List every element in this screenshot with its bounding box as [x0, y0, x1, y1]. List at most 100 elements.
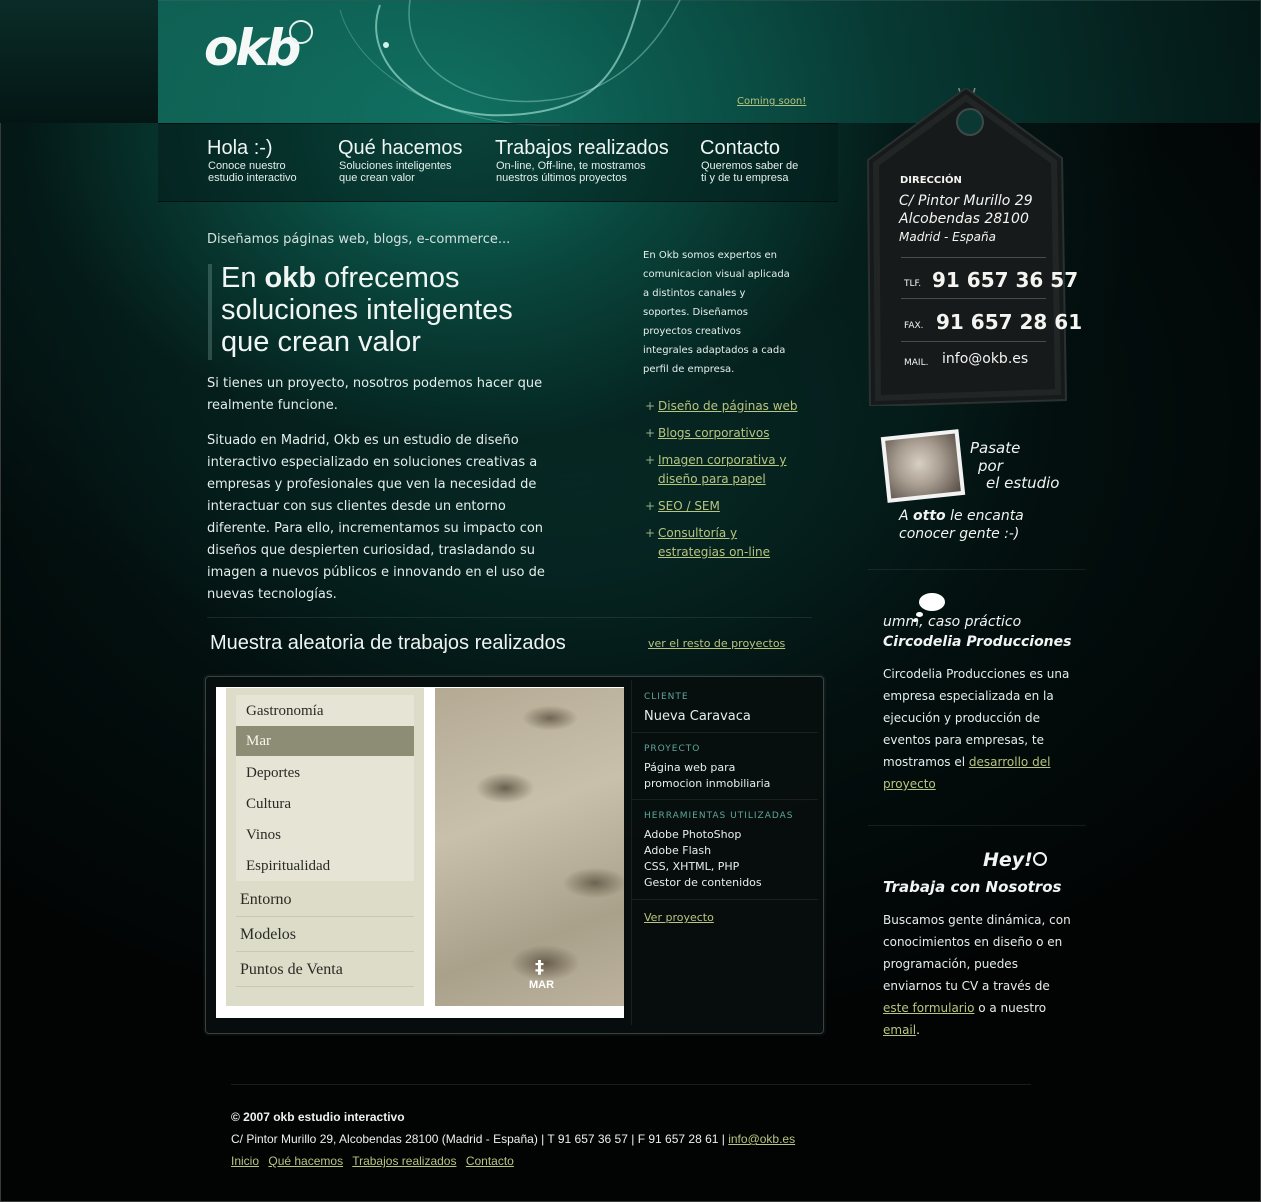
info-divider [632, 799, 818, 800]
screenshot-menu-item: Espiritualidad [246, 858, 331, 874]
plus-icon: + [645, 499, 656, 513]
headline-quote-bar [208, 264, 212, 360]
jobs-title: Trabaja con Nosotros [883, 878, 1062, 896]
tel-label: TLF. [904, 279, 922, 289]
info-divider [632, 899, 818, 900]
screenshot-menu-item: Modelos [240, 926, 296, 943]
tag-divider [901, 341, 1046, 342]
screenshot-menu-item-active: Mar [246, 733, 271, 749]
jobs-form-link[interactable]: este formulario [883, 1001, 974, 1015]
footer-address: C/ Pintor Murillo 29, Alcobendas 28100 (… [231, 1132, 796, 1146]
address-line: Madrid - España [899, 230, 996, 244]
sand-footprints-photo [435, 688, 624, 1006]
nav-item-contacto[interactable]: Contacto Queremos saber de ti y de tu em… [700, 137, 801, 184]
screenshot-menu-item: Gastronomía [246, 703, 324, 719]
screenshot-menu-item: Puntos de Venta [240, 961, 343, 978]
view-project-link[interactable]: Ver proyecto [644, 911, 714, 924]
more-projects-link[interactable]: ver el resto de proyectos [648, 637, 785, 650]
hey-title: Hey! [983, 849, 1033, 871]
thought-bubble-icon [919, 593, 945, 611]
headline-brand: okb [264, 262, 317, 294]
client-value: Nueva Caravaca [644, 709, 751, 724]
tools-label: HERRAMIENTAS UTILIZADAS [644, 811, 794, 821]
menu-divider [236, 916, 414, 917]
address-line: C/ Pintor Murillo 29 [899, 193, 1033, 209]
footer-email-link[interactable]: info@okb.es [728, 1132, 795, 1146]
mail-value[interactable]: info@okb.es [942, 351, 1028, 367]
nav-item-que-hacemos[interactable]: Qué hacemos Soluciones inteligentes que … [338, 137, 464, 184]
nav-subtitle: Conoce nuestro estudio interactivo [208, 160, 297, 184]
logo-arrow-icon [289, 20, 313, 44]
footer-link-inicio[interactable]: Inicio [231, 1154, 259, 1168]
nav-subtitle: Queremos saber de ti y de tu empresa [701, 160, 799, 184]
nav-subtitle: Soluciones inteligentes que crean valor [339, 160, 452, 184]
service-link[interactable]: + Blogs corporativos [645, 424, 805, 443]
image-label: MAR [529, 979, 555, 991]
service-link[interactable]: + SEO / SEM [645, 497, 805, 516]
right-divider [868, 569, 1086, 570]
nav-subtitle: On-line, Off-line, te mostramos nuestros… [496, 160, 646, 184]
menu-divider [236, 986, 414, 987]
tag-divider [901, 257, 1046, 258]
info-divider [632, 732, 818, 733]
footer-link-que-hacemos[interactable]: Qué hacemos [268, 1154, 343, 1168]
fax-label: FAX. [904, 321, 924, 331]
intro-paragraph-1: Si tienes un proyecto, nosotros podemos … [207, 376, 543, 413]
tools-item: Adobe Flash [644, 844, 712, 857]
tools-item: Adobe PhotoShop [644, 828, 742, 841]
address-line: Alcobendas 28100 [899, 211, 1029, 227]
plus-icon: + [645, 453, 656, 467]
jobs-email-link[interactable]: email [883, 1023, 916, 1037]
case-study-title: Circodelia Producciones [883, 634, 1072, 650]
otto-caption: A otto le encanta [899, 508, 1024, 524]
nav-title: Qué hacemos [338, 137, 463, 159]
tools-item: Gestor de contenidos [644, 876, 762, 889]
footer-link-trabajos[interactable]: Trabajos realizados [352, 1154, 456, 1168]
header-left-band [0, 0, 158, 123]
client-label: CLIENTE [644, 692, 689, 702]
screenshot-menu-item: Deportes [246, 765, 301, 781]
nav-title: Trabajos realizados [495, 137, 669, 159]
mail-label: MAIL. [904, 358, 929, 368]
case-study-text: Circodelia Producciones es una empresa e… [883, 667, 1070, 791]
nav-title: Contacto [700, 137, 781, 159]
okb-logo[interactable]: okb [204, 20, 301, 76]
cross-icon: ‡ [535, 957, 544, 978]
section-divider [207, 617, 812, 618]
footer-nav: Inicio Qué hacemos Trabajos realizados C… [231, 1154, 520, 1168]
header-band [158, 0, 1261, 123]
coming-soon-link[interactable]: Coming soon! [737, 96, 806, 107]
service-link[interactable]: + Consultoría y estrategias on-line [645, 524, 805, 562]
visit-text: por [978, 457, 1003, 475]
service-link[interactable]: + Diseño de páginas web [645, 397, 805, 416]
project-label: PROYECTO [644, 744, 701, 754]
project-value: Página web para promocion inmobiliaria [644, 761, 771, 790]
nav-item-trabajos[interactable]: Trabajos realizados On-line, Off-line, t… [495, 137, 669, 184]
plus-icon: + [645, 526, 656, 540]
tag-divider [901, 298, 1046, 299]
intro-kicker: Diseñamos páginas web, blogs, e-commerce… [207, 232, 511, 247]
visit-text: Pasate [970, 439, 1021, 457]
screenshot-menu-item: Vinos [246, 827, 281, 843]
screenshot-submenu [236, 695, 414, 881]
address-label: DIRECCIÓN [900, 175, 962, 186]
menu-divider [236, 951, 414, 952]
otto-caption: conocer gente :-) [899, 526, 1020, 542]
screenshot-menu-item: Cultura [246, 796, 291, 812]
tel-value: 91 657 36 57 [932, 268, 1079, 292]
visit-text: el estudio [986, 474, 1060, 492]
nav-item-hola[interactable]: Hola :-) Conoce nuestro estudio interact… [207, 137, 318, 184]
service-link[interactable]: + Imagen corporativa y diseño para papel [645, 451, 805, 489]
footer-copyright: © 2007 okb estudio interactivo [231, 1110, 405, 1124]
case-study-title: umm, caso práctico [883, 614, 1022, 630]
jobs-text: Buscamos gente dinámica, con conocimient… [883, 913, 1071, 1037]
tools-item: CSS, XHTML, PHP [644, 860, 740, 873]
footer-link-contacto[interactable]: Contacto [466, 1154, 514, 1168]
plus-icon: + [645, 426, 656, 440]
right-divider [868, 825, 1086, 826]
headline: En okb ofrecemos soluciones inteligentes… [221, 262, 513, 358]
footer-divider [231, 1084, 1031, 1085]
aside-text: En Okb somos expertos en comunicacion vi… [643, 250, 790, 375]
nav-title: Hola :-) [207, 137, 273, 159]
screenshot-menu-item: Entorno [240, 891, 292, 908]
